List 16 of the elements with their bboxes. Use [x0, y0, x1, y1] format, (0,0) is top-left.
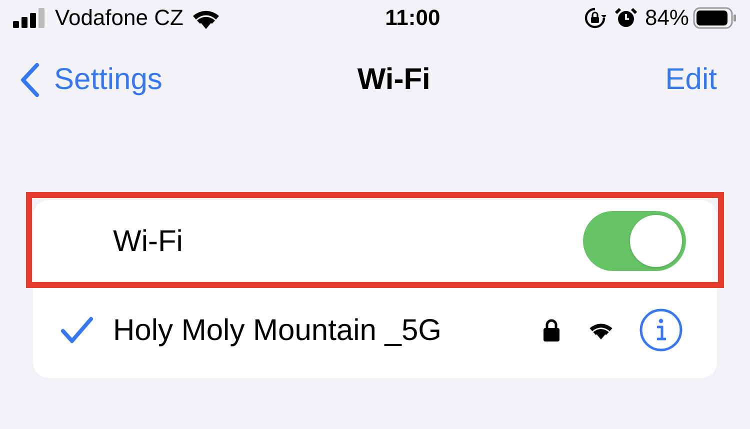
alarm-clock-icon — [614, 7, 637, 29]
checkmark-icon — [60, 316, 94, 344]
back-button[interactable]: Settings — [20, 63, 162, 97]
network-name: Holy Moly Mountain _5G — [113, 312, 442, 348]
chevron-left-icon — [20, 63, 40, 97]
battery-percentage: 84% — [644, 7, 689, 29]
carrier-name: Vodafone CZ — [55, 7, 184, 29]
rotation-lock-icon — [584, 7, 606, 29]
clock-time: 11:00 — [385, 7, 440, 29]
network-row[interactable]: Holy Moly Mountain _5G — [33, 282, 717, 378]
edit-button[interactable]: Edit — [665, 65, 730, 95]
signal-icon — [13, 8, 45, 28]
wifi-label: Wi-Fi — [113, 224, 184, 260]
page-title: Wi-Fi — [357, 65, 430, 95]
battery-icon — [693, 7, 737, 29]
info-icon[interactable] — [639, 308, 683, 352]
